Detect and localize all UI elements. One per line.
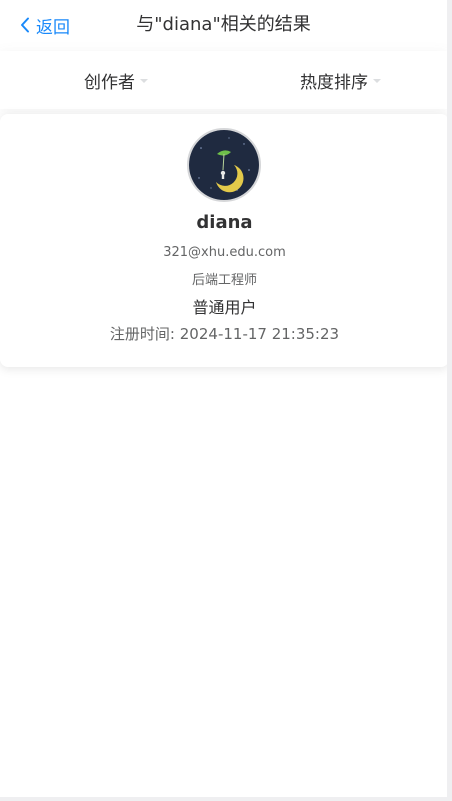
filter-sort-dropdown[interactable]: 热度排序 <box>300 51 381 109</box>
filter-creator-label: 创作者 <box>84 72 135 93</box>
registration-time: 注册时间: 2024-11-17 21:35:23 <box>0 323 449 344</box>
caret-down-icon <box>140 79 148 83</box>
window-edge-bottom <box>0 797 452 801</box>
filter-bar: 创作者 热度排序 <box>0 51 447 109</box>
username: diana <box>196 212 253 233</box>
page-title: 与"diana"相关的结果 <box>136 14 311 35</box>
user-email: 321@xhu.edu.com <box>163 245 286 260</box>
nav-bar: 返回 与"diana"相关的结果 <box>0 0 447 50</box>
avatar[interactable] <box>187 128 261 202</box>
registration-time-value: 2024-11-17 21:35:23 <box>179 325 340 343</box>
filter-creator-dropdown[interactable]: 创作者 <box>84 51 148 109</box>
app: 返回 与"diana"相关的结果 创作者 热度排序 diana 321@xhu.… <box>0 0 449 797</box>
user-result-card[interactable]: diana 321@xhu.edu.com 后端工程师 普通用户 注册时间: 2… <box>0 114 449 367</box>
user-role: 普通用户 <box>192 298 257 317</box>
caret-down-icon <box>373 79 381 83</box>
user-position: 后端工程师 <box>191 273 257 288</box>
registration-time-label: 注册时间: <box>109 325 175 343</box>
filter-sort-label: 热度排序 <box>300 72 368 93</box>
avatar-image <box>189 130 259 200</box>
window-edge-right <box>447 0 452 801</box>
